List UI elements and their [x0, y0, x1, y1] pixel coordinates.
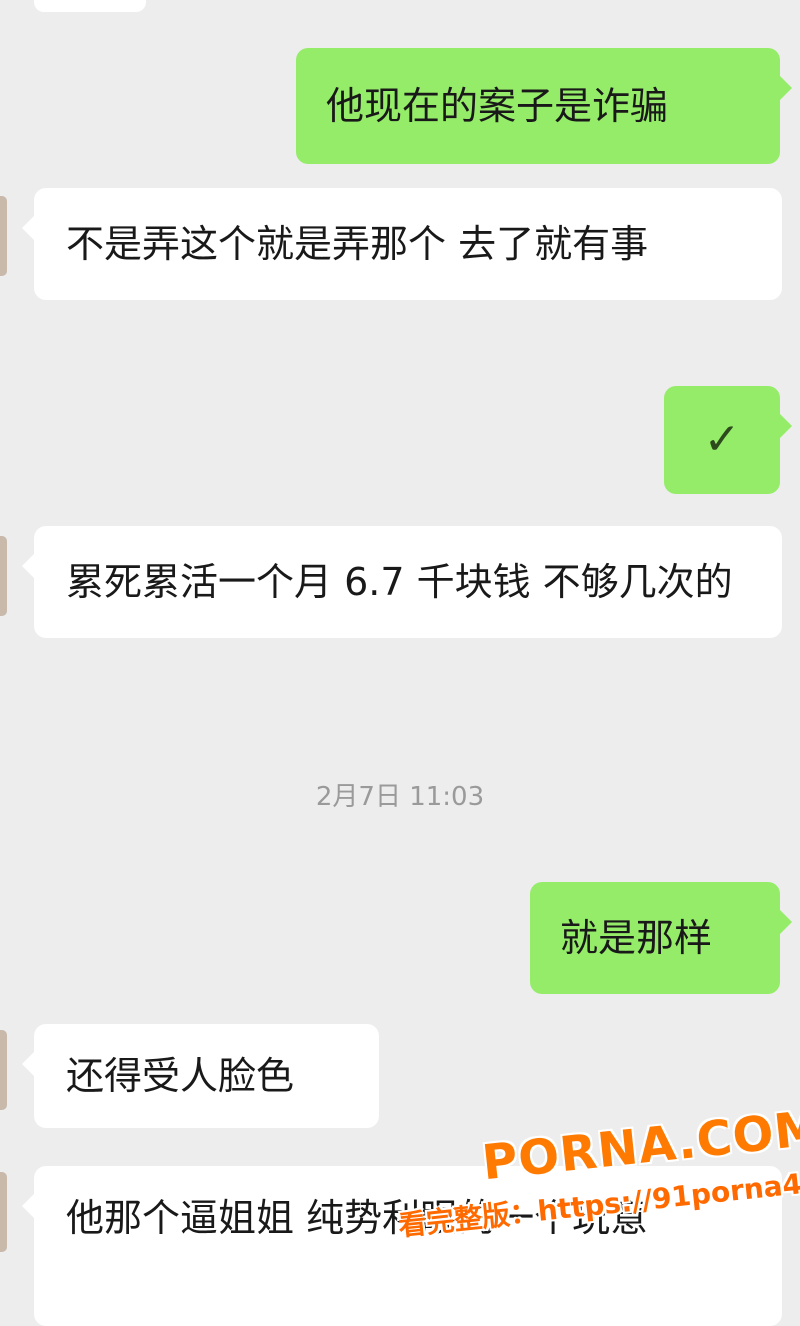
outgoing-message[interactable]: ✓	[664, 386, 792, 494]
message-timestamp: 2月7日 11:03	[315, 782, 485, 812]
incoming-message[interactable]: 还得受人脸色	[22, 1024, 379, 1128]
checkmark-icon: ✓	[703, 414, 741, 465]
avatar[interactable]	[0, 536, 7, 616]
message-text: 还得受人脸色	[66, 1054, 295, 1098]
message-text: 他现在的案子是诈骗	[326, 84, 669, 128]
outgoing-message[interactable]: 就是那样	[530, 882, 792, 994]
message-text: 累死累活一个月 6.7 千块钱 不够几次的	[66, 560, 733, 604]
message-text: 就是那样	[560, 916, 713, 960]
avatar[interactable]	[0, 1030, 7, 1110]
incoming-message[interactable]: 累死累活一个月 6.7 千块钱 不够几次的	[22, 526, 782, 638]
avatar[interactable]	[0, 196, 7, 276]
avatar[interactable]	[0, 1172, 7, 1252]
incoming-message[interactable]: 不是弄这个就是弄那个 去了就有事	[22, 188, 782, 300]
previous-message-bubble	[34, 0, 146, 12]
message-text: 不是弄这个就是弄那个 去了就有事	[66, 222, 649, 266]
outgoing-message[interactable]: 他现在的案子是诈骗	[296, 48, 792, 164]
